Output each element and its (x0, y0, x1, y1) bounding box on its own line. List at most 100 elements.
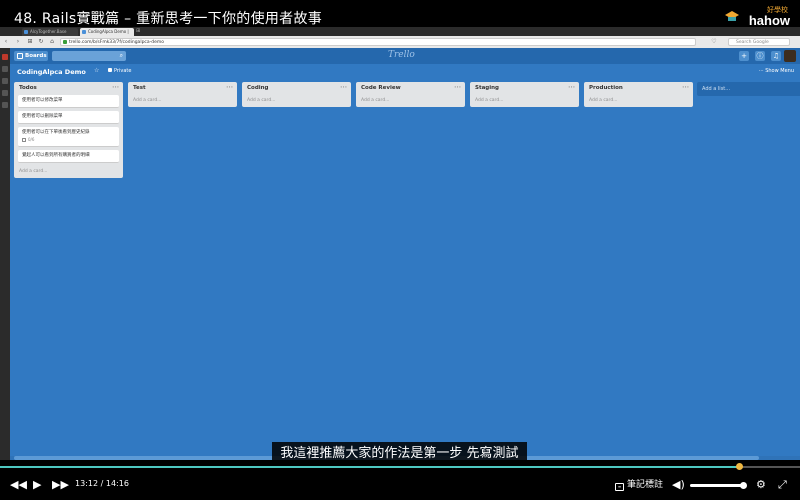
list-header[interactable]: Todos ··· (14, 82, 123, 95)
list-card[interactable]: 覺起人可以看到所有購買者的明細 (18, 150, 119, 163)
list-card[interactable]: 使用者可以在下單後看到歷史紀錄 0/6 (18, 127, 119, 147)
list-staging: Staging ··· Add a card... (470, 82, 579, 107)
list-title: Test (133, 85, 146, 91)
browser-tab-1[interactable]: CodingAlpca Demo | Trello (80, 28, 134, 42)
star-icon[interactable]: ☆ (94, 67, 99, 74)
volume-slider[interactable] (690, 482, 747, 489)
list-card[interactable]: 使用者可以修改菜單 (18, 95, 119, 108)
player-controls: ◀◀ ▶ ▶▶ 13:12 / 14:16 ≡ 筆記標註 ◀) ⚙ ⤢ (0, 470, 800, 500)
avatar[interactable] (784, 50, 796, 62)
list-title: Production (589, 85, 623, 91)
browser-search-input[interactable]: Search Google (728, 38, 790, 46)
notifications-bell-icon[interactable]: ♫ (771, 51, 781, 61)
panel-bookmarks-icon[interactable] (2, 54, 8, 60)
list-title: Coding (247, 85, 269, 91)
trello-header: Boards ⌕ Trello + ⓘ ♫ (10, 48, 800, 64)
progress-fill (0, 466, 740, 468)
back-icon[interactable]: ‹ (2, 38, 10, 46)
graduation-cap-icon (725, 11, 739, 21)
panel-history-icon[interactable] (2, 90, 8, 96)
list-menu-icon[interactable]: ··· (340, 81, 347, 94)
list-card[interactable]: 使用者可以刪除菜單 (18, 111, 119, 124)
info-icon[interactable]: ⓘ (755, 51, 765, 61)
browser-window: AlcyTogether.Base CodingAlpca Demo | Tre… (0, 27, 800, 460)
rewind-icon[interactable]: ◀◀ (10, 478, 27, 492)
progress-knob[interactable] (736, 463, 744, 470)
trello-logo[interactable]: Trello (388, 50, 415, 60)
add-card-button[interactable]: Add a card... (14, 166, 123, 178)
show-menu-button[interactable]: ··· Show Menu (759, 68, 794, 74)
checklist-count: 0/6 (28, 137, 35, 142)
tab-favicon-icon (24, 30, 28, 34)
list-title: Code Review (361, 85, 401, 91)
show-menu-label: Show Menu (765, 68, 794, 74)
add-card-button[interactable]: Add a card... (470, 95, 579, 107)
add-card-button[interactable]: Add a card... (128, 95, 237, 107)
add-card-button[interactable]: Add a card... (356, 95, 465, 107)
list-header[interactable]: Coding ··· (242, 82, 351, 95)
trello-logo-text: Trello (388, 50, 415, 60)
search-placeholder: Search Google (736, 40, 769, 45)
boards-icon (17, 53, 23, 59)
reload-icon[interactable]: ↻ (37, 38, 45, 46)
list-title: Todos (19, 85, 37, 91)
add-card-button[interactable]: Add a card... (584, 95, 693, 107)
panel-notes-icon[interactable] (2, 78, 8, 84)
list-menu-icon[interactable]: ··· (682, 81, 689, 94)
bookmark-icon[interactable]: ♡ (710, 38, 718, 46)
list-header[interactable]: Production ··· (584, 82, 693, 95)
panel-add-icon[interactable] (2, 102, 8, 108)
notes-button[interactable]: ≡ 筆記標註 (615, 478, 663, 492)
notes-label: 筆記標註 (627, 480, 664, 490)
list-code-review: Code Review ··· Add a card... (356, 82, 465, 107)
add-list-button[interactable]: Add a list... (697, 82, 800, 96)
lock-icon (108, 68, 112, 72)
list-title: Staging (475, 85, 499, 91)
new-tab-icon[interactable]: ⊞ (136, 28, 140, 34)
list-menu-icon[interactable]: ··· (568, 81, 575, 94)
card-title: 使用者可以修改菜單 (22, 98, 63, 103)
video-player: 48. Rails實戰篇 – 重新思考一下你的使用者故事 好學校 hahow A… (0, 0, 800, 500)
list-header[interactable]: Code Review ··· (356, 82, 465, 95)
fast-forward-icon[interactable]: ▶▶ (52, 478, 69, 492)
logo-text: hahow (748, 13, 790, 28)
trello-search-input[interactable]: ⌕ (52, 51, 126, 61)
card-title: 使用者可以在下單後看到歷史紀錄 (22, 130, 90, 135)
hahow-logo[interactable]: 好學校 hahow (720, 5, 792, 28)
volume-icon[interactable]: ◀) (672, 478, 685, 492)
forward-icon[interactable]: › (14, 38, 22, 46)
search-icon: ⌕ (119, 52, 123, 59)
url-input[interactable]: trello.com/b/sFmk33/7f/codingalpca-demo (60, 38, 696, 46)
privacy-button[interactable]: Private (108, 68, 131, 74)
card-title: 覺起人可以看到所有購買者的明細 (22, 153, 90, 158)
checklist-icon (22, 138, 26, 142)
address-toolbar: ‹ › ⊞ ↻ ⌂ trello.com/b/sFmk33/7f/codinga… (0, 36, 800, 48)
volume-knob[interactable] (740, 482, 747, 489)
board-header: CodingAlpca Demo ☆ Private ··· Show Menu (10, 64, 800, 80)
video-subtitle: 我這裡推薦大家的作法是第一步 先寫測試 (272, 442, 527, 465)
list-header[interactable]: Test ··· (128, 82, 237, 95)
time-separator: / (100, 479, 104, 488)
card-title: 使用者可以刪除菜單 (22, 114, 63, 119)
fullscreen-icon[interactable]: ⤢ (778, 478, 787, 492)
board-name[interactable]: CodingAlpca Demo (17, 68, 86, 76)
settings-gear-icon[interactable]: ⚙ (756, 478, 766, 492)
list-test: Test ··· Add a card... (128, 82, 237, 107)
add-card-button[interactable]: Add a card... (242, 95, 351, 107)
list-menu-icon[interactable]: ··· (112, 81, 119, 94)
notes-icon: ≡ (615, 483, 624, 491)
panel-downloads-icon[interactable] (2, 66, 8, 72)
boards-label: Boards (25, 53, 47, 59)
home-icon[interactable]: ⌂ (48, 38, 56, 46)
browser-tab-bar: AlcyTogether.Base CodingAlpca Demo | Tre… (0, 27, 800, 42)
browser-tab-0[interactable]: AlcyTogether.Base (22, 28, 78, 36)
video-progress-bar[interactable] (0, 463, 800, 470)
list-menu-icon[interactable]: ··· (454, 81, 461, 94)
boards-button[interactable]: Boards (14, 51, 48, 61)
speed-dial-icon[interactable]: ⊞ (26, 38, 34, 46)
play-icon[interactable]: ▶ (33, 478, 41, 492)
list-menu-icon[interactable]: ··· (226, 81, 233, 94)
time-display: 13:12 / 14:16 (75, 479, 129, 488)
add-button[interactable]: + (739, 51, 749, 61)
list-header[interactable]: Staging ··· (470, 82, 579, 95)
